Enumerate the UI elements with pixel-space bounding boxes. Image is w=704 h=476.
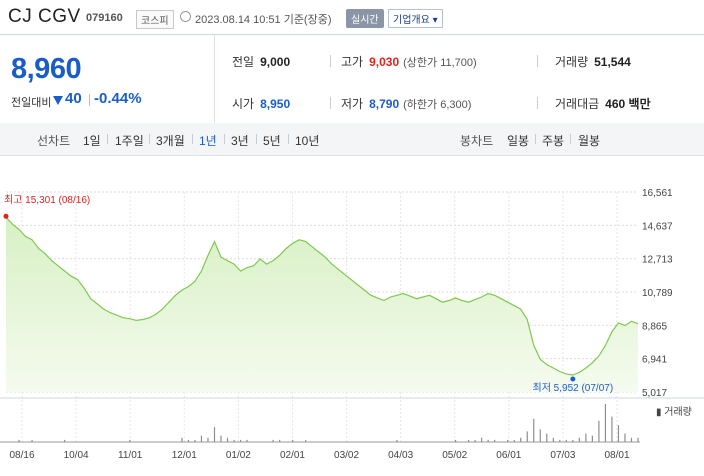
price-chart: 16,561 14,637 12,713 10,789 8,865 6,941 5,017 0… bbox=[0, 188, 704, 461]
volume-bar bbox=[630, 437, 633, 442]
volume-bar bbox=[233, 439, 235, 442]
volume-bar bbox=[272, 439, 274, 442]
min-label: 최저 5,952 (07/07) bbox=[533, 382, 614, 394]
max-marker bbox=[3, 213, 9, 219]
volume-bar bbox=[292, 439, 294, 442]
volume-bar bbox=[181, 437, 183, 442]
volume-bar bbox=[611, 416, 613, 442]
volume-bar bbox=[637, 437, 639, 442]
volume-bar bbox=[559, 439, 561, 442]
volume-bar bbox=[552, 437, 554, 442]
x-tick-label: 06/01 bbox=[496, 450, 521, 461]
y-tick-label: 8,865 bbox=[642, 321, 667, 332]
volume-bar bbox=[246, 439, 248, 442]
volume-bar bbox=[239, 439, 242, 442]
volume-bar bbox=[481, 437, 483, 442]
volume-bar bbox=[494, 439, 496, 442]
price-area bbox=[6, 217, 638, 392]
x-tick-label: 05/02 bbox=[442, 450, 467, 461]
volume-bar bbox=[64, 439, 66, 442]
volume-legend: ▮ 거래량 bbox=[656, 406, 692, 418]
volume-bar bbox=[539, 429, 541, 442]
volume-bar bbox=[520, 437, 522, 442]
x-tick-label: 11/01 bbox=[118, 450, 143, 461]
volume-bar bbox=[598, 420, 600, 442]
volume-bar bbox=[187, 439, 190, 442]
volume-bar bbox=[546, 433, 548, 442]
x-tick-label: 02/01 bbox=[280, 450, 305, 461]
volume-bar bbox=[474, 439, 476, 442]
x-tick-label: 04/03 bbox=[388, 450, 413, 461]
volume-bar bbox=[578, 437, 580, 442]
x-tick-label: 01/02 bbox=[226, 450, 251, 461]
volume-bar bbox=[129, 439, 131, 442]
volume-bar bbox=[467, 439, 470, 442]
volume-bar bbox=[533, 418, 535, 442]
volume-bar bbox=[624, 433, 626, 442]
x-tick-label: 08/16 bbox=[9, 450, 34, 461]
volume-bar bbox=[526, 431, 528, 442]
volume-bar bbox=[279, 439, 281, 442]
y-tick-label: 5,017 bbox=[642, 388, 667, 399]
volume-bar bbox=[513, 439, 515, 442]
volume-bar bbox=[226, 437, 229, 442]
volume-bar bbox=[213, 427, 216, 442]
x-tick-label: 10/04 bbox=[64, 450, 89, 461]
volume-bar bbox=[305, 439, 307, 442]
max-label: 최고 15,301 (08/16) bbox=[4, 194, 90, 206]
volume-bar bbox=[194, 439, 196, 442]
x-tick-label: 08/01 bbox=[604, 450, 629, 461]
x-tick-label: 12/01 bbox=[172, 450, 197, 461]
volume-bar bbox=[18, 439, 20, 442]
x-tick-label: 07/03 bbox=[550, 450, 575, 461]
volume-bar bbox=[200, 435, 203, 442]
volume-bar bbox=[591, 435, 593, 442]
volume-bar bbox=[31, 439, 33, 442]
volume-bar bbox=[220, 435, 222, 442]
volume-bar bbox=[396, 439, 398, 442]
y-tick-label: 16,561 bbox=[642, 188, 673, 199]
x-tick-label: 03/02 bbox=[334, 450, 359, 461]
y-tick-label: 14,637 bbox=[642, 221, 673, 232]
volume-bar bbox=[617, 425, 620, 442]
y-tick-label: 6,941 bbox=[642, 355, 667, 366]
volume-bar bbox=[572, 439, 574, 442]
volume-bar bbox=[585, 433, 587, 442]
min-marker bbox=[570, 376, 576, 382]
y-tick-label: 10,789 bbox=[642, 288, 673, 299]
volume-bar bbox=[507, 439, 509, 442]
volume-bar bbox=[207, 437, 209, 442]
volume-bar bbox=[604, 404, 607, 442]
y-tick-label: 12,713 bbox=[642, 255, 673, 266]
volume-bar bbox=[454, 439, 457, 442]
volume-bar bbox=[565, 439, 567, 442]
volume-bar bbox=[487, 439, 489, 442]
